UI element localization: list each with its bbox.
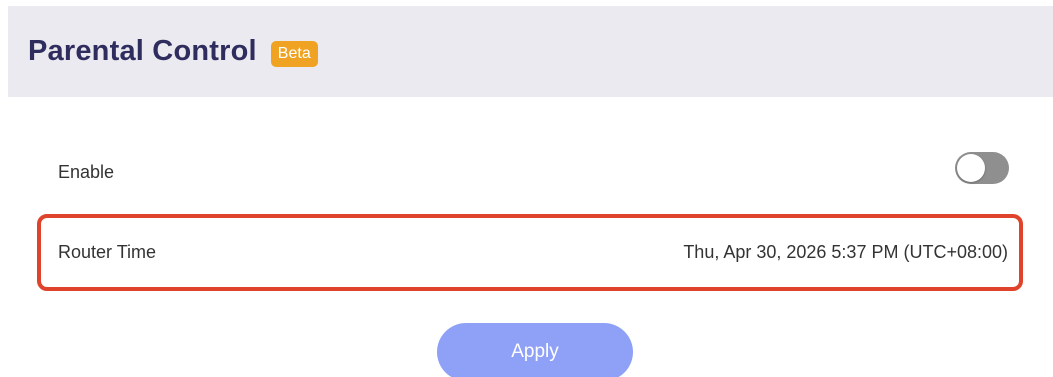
page-title: Parental Control xyxy=(28,35,257,67)
apply-button-label: Apply xyxy=(511,341,559,362)
parental-control-page: Parental Control Beta Enable Router Time… xyxy=(0,0,1053,377)
toggle-knob xyxy=(957,154,985,182)
router-time-value: Thu, Apr 30, 2026 5:37 PM (UTC+08:00) xyxy=(683,242,1008,262)
apply-button[interactable]: Apply xyxy=(437,323,633,377)
enable-label: Enable xyxy=(58,162,115,182)
enable-toggle[interactable] xyxy=(955,152,1009,184)
router-time-label: Router Time xyxy=(58,242,157,262)
beta-badge: Beta xyxy=(270,40,318,67)
page-header: Parental Control Beta xyxy=(8,6,1053,97)
